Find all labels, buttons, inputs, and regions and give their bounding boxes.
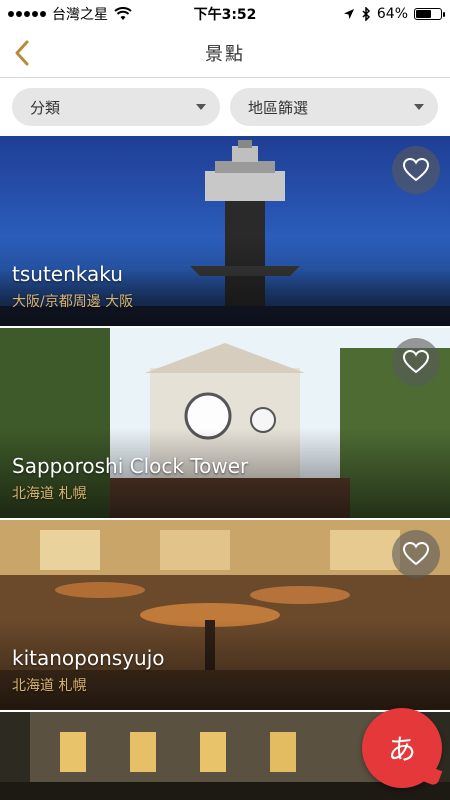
bluetooth-icon — [362, 7, 370, 21]
attraction-name: tsutenkaku — [12, 262, 123, 286]
heart-icon — [403, 350, 429, 374]
location-arrow-icon — [343, 9, 354, 19]
favorite-button[interactable] — [392, 146, 440, 194]
battery-percent: 64% — [376, 6, 408, 22]
signal-icon — [8, 11, 46, 17]
region-filter-dropdown[interactable]: 地區篩選 — [230, 88, 438, 126]
heart-icon — [403, 158, 429, 182]
wifi-icon — [114, 7, 132, 20]
category-filter-label: 分類 — [30, 98, 61, 117]
chevron-left-icon — [15, 40, 29, 66]
page-title: 景點 — [205, 43, 245, 65]
attraction-location: 大阪/京都周邊 大阪 — [12, 294, 134, 310]
status-left: 台灣之星 — [8, 4, 132, 24]
favorite-button[interactable] — [392, 338, 440, 386]
heart-icon — [403, 542, 429, 566]
attraction-card[interactable]: Sapporoshi Clock Tower 北海道 札幌 — [0, 328, 450, 518]
nav-bar: 景點 — [0, 28, 450, 78]
language-fab-button[interactable]: あ — [362, 708, 442, 788]
attraction-location: 北海道 札幌 — [12, 486, 87, 502]
filter-bar: 分類 地區篩選 — [0, 79, 450, 135]
dropdown-caret-icon — [414, 104, 424, 110]
category-filter-dropdown[interactable]: 分類 — [12, 88, 220, 126]
fab-label: あ — [387, 733, 416, 766]
status-time: 下午3:52 — [193, 7, 257, 23]
attraction-location: 北海道 札幌 — [12, 678, 87, 694]
carrier-name: 台灣之星 — [52, 7, 108, 23]
battery-icon — [414, 8, 445, 20]
attraction-name: Sapporoshi Clock Tower — [12, 454, 249, 478]
dropdown-caret-icon — [196, 104, 206, 110]
attraction-list: tsutenkaku 大阪/京都周邊 大阪 Sapporoshi Clock T… — [0, 136, 450, 800]
status-right: 64% — [343, 6, 445, 22]
attraction-card[interactable]: tsutenkaku 大阪/京都周邊 大阪 — [0, 136, 450, 326]
attraction-name: kitanoponsyujo — [12, 646, 165, 670]
status-bar: 台灣之星 下午3:52 64% — [0, 0, 450, 28]
region-filter-label: 地區篩選 — [248, 98, 309, 117]
attraction-card[interactable]: kitanoponsyujo 北海道 札幌 — [0, 520, 450, 710]
favorite-button[interactable] — [392, 530, 440, 578]
back-button[interactable] — [6, 36, 38, 70]
battery-fill — [416, 10, 432, 18]
